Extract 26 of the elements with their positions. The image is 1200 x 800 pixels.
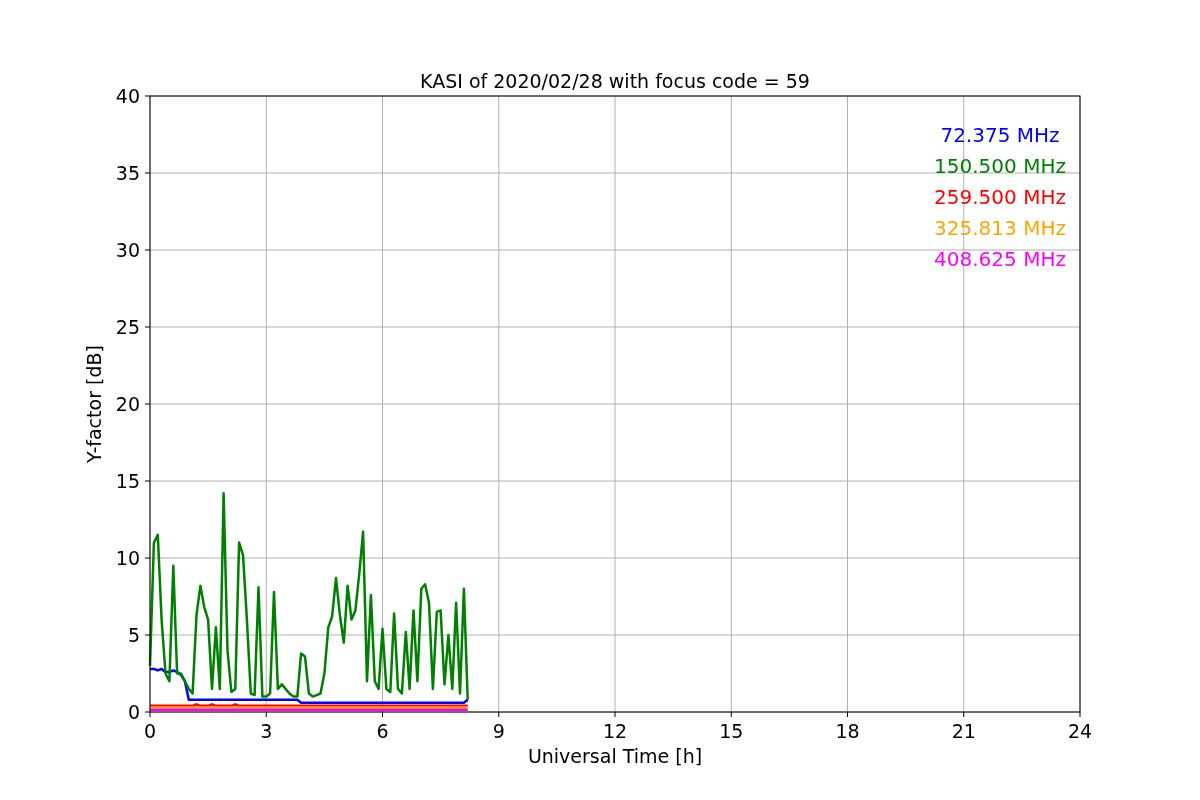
legend-label: 259.500 MHz bbox=[934, 185, 1066, 209]
tick-label: 12 bbox=[602, 720, 628, 742]
tick-label: 25 bbox=[115, 316, 140, 338]
tick-label: 0 bbox=[127, 701, 140, 723]
tick-label: 21 bbox=[951, 720, 976, 742]
tick-label: 6 bbox=[376, 720, 389, 742]
axis-label: Y-factor [dB] bbox=[83, 345, 105, 463]
chart-title: KASI of 2020/02/28 with focus code = 59 bbox=[420, 70, 810, 92]
legend-label: 150.500 MHz bbox=[934, 154, 1066, 178]
tick-label: 10 bbox=[115, 547, 140, 569]
tick-label: 20 bbox=[115, 393, 140, 415]
tick-label: 3 bbox=[260, 720, 273, 742]
tick-label: 24 bbox=[1067, 720, 1093, 742]
legend-label: 408.625 MHz bbox=[934, 247, 1066, 271]
tick-label: 15 bbox=[115, 470, 140, 492]
legend-label: 325.813 MHz bbox=[934, 216, 1066, 240]
axis-label: Universal Time [h] bbox=[527, 745, 703, 767]
tick-label: 40 bbox=[115, 85, 140, 107]
legend-label: 72.375 MHz bbox=[940, 123, 1060, 147]
tick-label: 18 bbox=[835, 720, 860, 742]
tick-label: 15 bbox=[719, 720, 744, 742]
tick-label: 9 bbox=[492, 720, 505, 742]
tick-label: 5 bbox=[127, 624, 140, 646]
tick-label: 0 bbox=[143, 720, 157, 742]
tick-label: 35 bbox=[115, 162, 140, 184]
tick-label: 30 bbox=[115, 239, 140, 261]
